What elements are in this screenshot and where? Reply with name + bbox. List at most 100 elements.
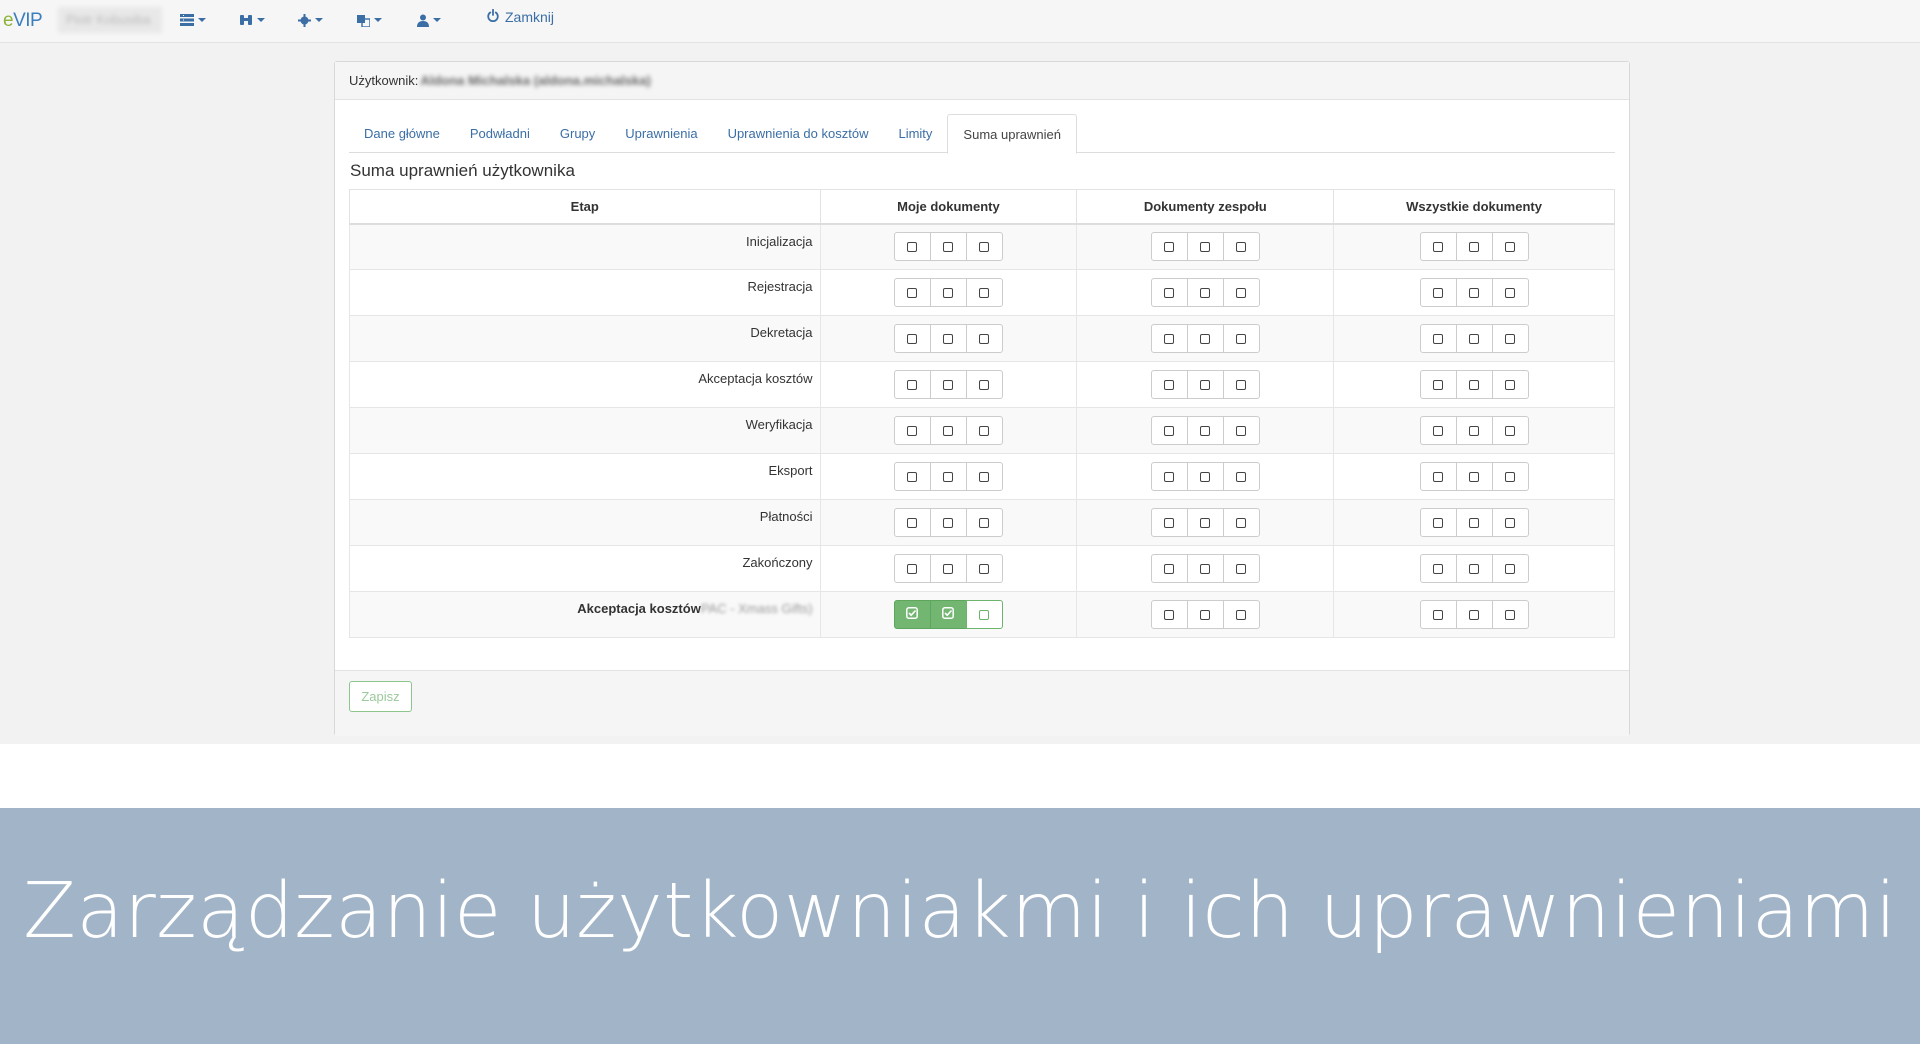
permission-toggle-button[interactable] (1186, 554, 1224, 583)
save-button[interactable]: Zapisz (349, 681, 412, 712)
permission-toggle-button[interactable] (965, 232, 1003, 262)
permission-toggle-button[interactable] (1222, 278, 1260, 307)
permission-toggle-button[interactable] (1186, 600, 1224, 629)
permission-toggle-button[interactable] (1186, 278, 1224, 307)
permission-toggle-button[interactable] (893, 324, 931, 353)
permission-toggle-button[interactable] (965, 554, 1003, 583)
permission-toggle-button[interactable] (1455, 600, 1493, 629)
permission-toggle-button[interactable] (965, 278, 1003, 307)
permission-toggle-button[interactable] (1491, 462, 1529, 491)
permission-toggle-button[interactable] (929, 554, 967, 583)
permission-toggle-button[interactable] (1491, 232, 1529, 262)
permission-toggle-button[interactable] (1419, 370, 1457, 399)
permission-toggle-button[interactable] (929, 416, 967, 445)
permission-toggle-button[interactable] (893, 416, 931, 445)
permission-toggle-button[interactable] (1222, 554, 1260, 583)
permission-toggle-button[interactable] (1455, 554, 1493, 583)
permission-toggle-button[interactable] (1455, 324, 1493, 353)
permission-toggle-button[interactable] (893, 462, 931, 491)
permission-toggle-button[interactable] (1222, 600, 1260, 629)
permission-toggle-button[interactable] (1491, 416, 1529, 445)
tab-grupy[interactable]: Grupy (545, 114, 610, 153)
permission-toggle-button[interactable] (1491, 600, 1529, 629)
permission-toggle-button[interactable] (1222, 370, 1260, 399)
permission-toggle-button[interactable] (965, 416, 1003, 445)
permission-toggle-button[interactable] (893, 508, 931, 537)
permission-toggle-button[interactable] (1455, 370, 1493, 399)
permission-toggle-button[interactable] (929, 324, 967, 353)
permission-toggle-button[interactable] (1186, 370, 1224, 399)
permission-toggle-button[interactable] (1150, 370, 1188, 399)
permission-toggle-button[interactable] (1491, 278, 1529, 307)
tab-uprawnienia[interactable]: Uprawnienia (610, 114, 712, 153)
permission-toggle-button[interactable] (893, 278, 931, 307)
current-user[interactable]: Piotr Kobusiba (58, 7, 162, 33)
permission-toggle-button[interactable] (929, 600, 967, 629)
team-documents-cell (1076, 545, 1335, 592)
tab-dane-główne[interactable]: Dane główne (349, 114, 455, 153)
permission-toggle-button[interactable] (1186, 416, 1224, 445)
permission-toggle-button[interactable] (893, 370, 931, 399)
permission-toggle-button[interactable] (1222, 508, 1260, 537)
permission-toggle-button[interactable] (1455, 416, 1493, 445)
permission-toggle-button[interactable] (1455, 232, 1493, 262)
permission-toggle-button[interactable] (1150, 508, 1188, 537)
permission-toggle-button[interactable] (1419, 324, 1457, 353)
close-button[interactable]: Zamknij (487, 8, 554, 25)
permission-toggle-button[interactable] (1186, 324, 1224, 353)
permission-toggle-button[interactable] (1491, 324, 1529, 353)
permission-toggle-button[interactable] (1419, 278, 1457, 307)
permission-toggle-button[interactable] (1491, 508, 1529, 537)
user-menu[interactable] (417, 10, 441, 30)
permission-toggle-button[interactable] (929, 232, 967, 262)
permission-toggle-button[interactable] (965, 370, 1003, 399)
permission-toggle-button[interactable] (893, 232, 931, 262)
brand-logo[interactable]: eVIP (3, 10, 43, 32)
permission-toggle-button[interactable] (1419, 600, 1457, 629)
permission-toggle-button[interactable] (1222, 462, 1260, 491)
permission-toggle-button[interactable] (893, 600, 931, 629)
permission-toggle-button[interactable] (965, 324, 1003, 353)
permission-toggle-button[interactable] (1186, 508, 1224, 537)
settings-menu[interactable] (298, 10, 323, 30)
permission-toggle-button[interactable] (965, 508, 1003, 537)
permission-toggle-button[interactable] (1419, 232, 1457, 262)
permission-toggle-button[interactable] (1186, 232, 1224, 262)
permission-toggle-button[interactable] (1419, 462, 1457, 491)
permission-toggle-button[interactable] (893, 554, 931, 583)
my-documents-toggle-group (893, 370, 1003, 399)
permission-toggle-button[interactable] (1150, 232, 1188, 262)
permission-toggle-button[interactable] (1491, 554, 1529, 583)
permission-toggle-button[interactable] (1419, 416, 1457, 445)
permission-toggle-button[interactable] (965, 600, 1003, 629)
tab-limity[interactable]: Limity (883, 114, 947, 153)
permission-toggle-button[interactable] (1150, 278, 1188, 307)
language-menu[interactable] (357, 10, 382, 30)
documents-menu[interactable] (180, 10, 206, 30)
permission-toggle-button[interactable] (1455, 508, 1493, 537)
permission-toggle-button[interactable] (1455, 278, 1493, 307)
permission-toggle-button[interactable] (929, 508, 967, 537)
permission-toggle-button[interactable] (1150, 416, 1188, 445)
permission-toggle-button[interactable] (1491, 370, 1529, 399)
permission-toggle-button[interactable] (1186, 462, 1224, 491)
permission-toggle-button[interactable] (1222, 232, 1260, 262)
permission-toggle-button[interactable] (1222, 416, 1260, 445)
permission-toggle-button[interactable] (1150, 324, 1188, 353)
permission-toggle-button[interactable] (1419, 554, 1457, 583)
reports-menu[interactable] (239, 10, 265, 30)
tab-uprawnienia-do-kosztów[interactable]: Uprawnienia do kosztów (713, 114, 884, 153)
permission-toggle-button[interactable] (1222, 324, 1260, 353)
permission-toggle-button[interactable] (965, 462, 1003, 491)
tab-podwładni[interactable]: Podwładni (455, 114, 545, 153)
permission-toggle-button[interactable] (929, 278, 967, 307)
permission-toggle-button[interactable] (1455, 462, 1493, 491)
tab-bar: Dane główne Podwładni Grupy Uprawnienia Upra… (349, 114, 1615, 154)
permission-toggle-button[interactable] (929, 462, 967, 491)
permission-toggle-button[interactable] (1150, 462, 1188, 491)
permission-toggle-button[interactable] (1150, 600, 1188, 629)
permission-toggle-button[interactable] (929, 370, 967, 399)
tab-suma-uprawnień[interactable]: Suma uprawnień (947, 114, 1077, 154)
permission-toggle-button[interactable] (1150, 554, 1188, 583)
permission-toggle-button[interactable] (1419, 508, 1457, 537)
